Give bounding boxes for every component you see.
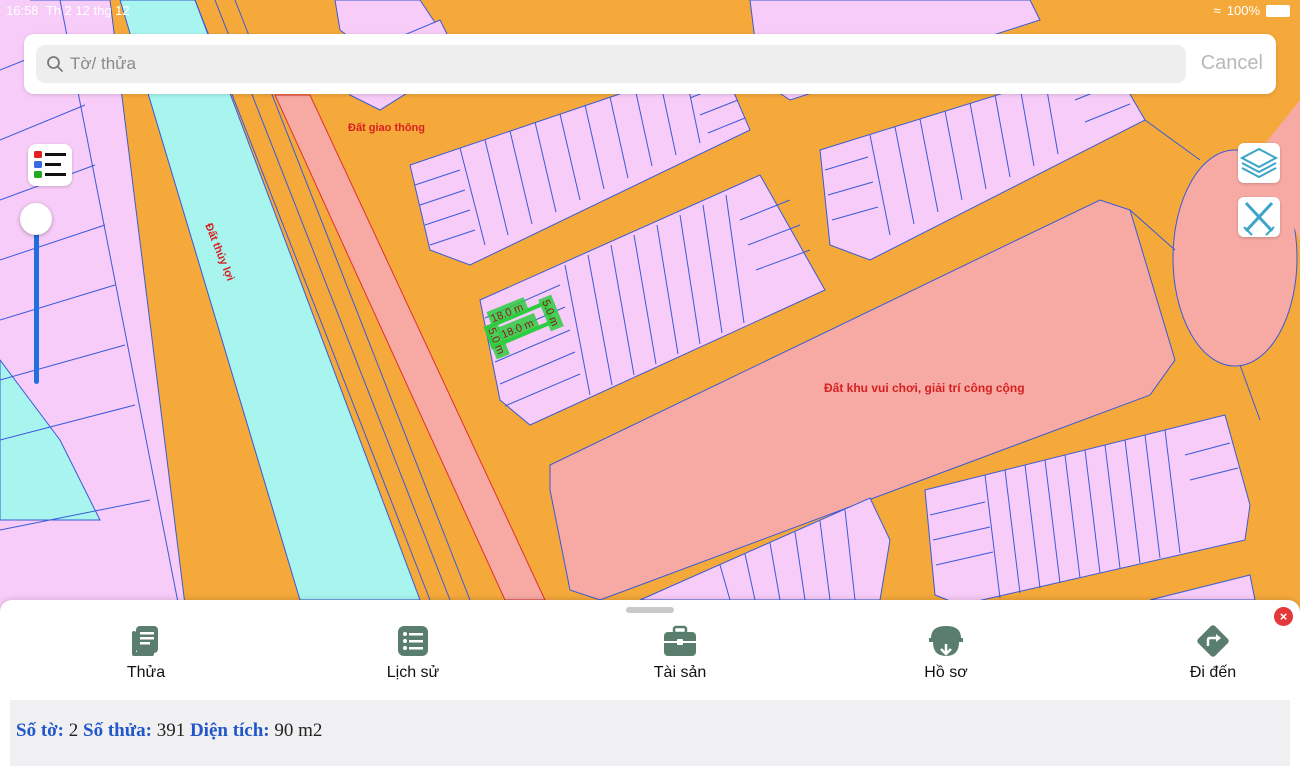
- sheet-number-value: 2: [68, 720, 79, 741]
- battery-percent: 100%: [1226, 3, 1260, 18]
- parcel-info-panel: Số tờ: 2 Số thửa: 391 Diện tích: 90 m2: [10, 700, 1290, 766]
- tab-directions-label: Đi đến: [1189, 664, 1237, 681]
- parcel-bottom-sheet: × Thửa Lịch sử Tài sản Hồ sơ Đi đến Số t…: [0, 600, 1300, 766]
- tab-directions[interactable]: Đi đến: [1143, 622, 1283, 682]
- layers-icon: [1239, 147, 1279, 179]
- file-tray-icon: [929, 626, 963, 656]
- area-value: 90 m2: [274, 720, 323, 741]
- search-field[interactable]: [36, 45, 1186, 83]
- status-date: Th 2 12 thg 12: [45, 3, 130, 18]
- sheet-number-label: Số tờ:: [16, 720, 64, 741]
- search-bar: Cancel: [24, 34, 1276, 94]
- wifi-icon: ≈: [1213, 3, 1221, 18]
- legend-list-icon: [34, 151, 66, 178]
- search-icon: [47, 56, 63, 72]
- zoom-slider-knob[interactable]: [20, 203, 52, 235]
- directions-icon: [1197, 625, 1229, 657]
- action-tabbar: Thửa Lịch sử Tài sản Hồ sơ Đi đến: [0, 622, 1300, 688]
- tab-assets[interactable]: Tài sản: [610, 622, 750, 682]
- map-label-park: Đất khu vui chơi, giải trí công cộng: [824, 381, 1025, 395]
- sheet-grabber[interactable]: [626, 607, 674, 613]
- area-label: Diện tích:: [189, 720, 270, 741]
- status-bar-right: ≈ 100%: [1214, 3, 1290, 18]
- tab-dossier[interactable]: Hồ sơ: [876, 622, 1016, 682]
- layers-button[interactable]: [1238, 143, 1280, 183]
- parcel-info-line: Số tờ: 2 Số thửa: 391 Diện tích: 90 m2: [16, 720, 322, 742]
- tab-parcel[interactable]: Thửa: [76, 622, 216, 682]
- parcel-number-value: 391: [156, 720, 186, 741]
- tab-dossier-label: Hồ sơ: [924, 664, 968, 681]
- legend-button[interactable]: [28, 144, 72, 186]
- tab-history[interactable]: Lịch sử: [343, 622, 483, 682]
- measure-tools-button[interactable]: [1238, 197, 1280, 237]
- history-list-icon: [398, 626, 428, 656]
- cancel-button[interactable]: Cancel: [1201, 52, 1263, 75]
- battery-icon: [1266, 4, 1290, 17]
- tab-assets-label: Tài sản: [653, 664, 707, 681]
- zoom-slider-track[interactable]: [34, 220, 39, 384]
- tab-parcel-label: Thửa: [126, 664, 166, 681]
- parcel-number-label: Số thửa:: [83, 720, 152, 741]
- briefcase-icon: [664, 625, 696, 656]
- search-input[interactable]: [68, 53, 1072, 75]
- tab-history-label: Lịch sử: [386, 664, 440, 681]
- parcel-document-icon: [132, 626, 158, 656]
- measure-tools-icon: [1243, 201, 1275, 236]
- map-label-road: Đất giao thông: [348, 122, 425, 134]
- status-time: 16:58: [6, 3, 39, 18]
- status-bar-time: 16:58 Th 2 12 thg 12: [6, 3, 130, 18]
